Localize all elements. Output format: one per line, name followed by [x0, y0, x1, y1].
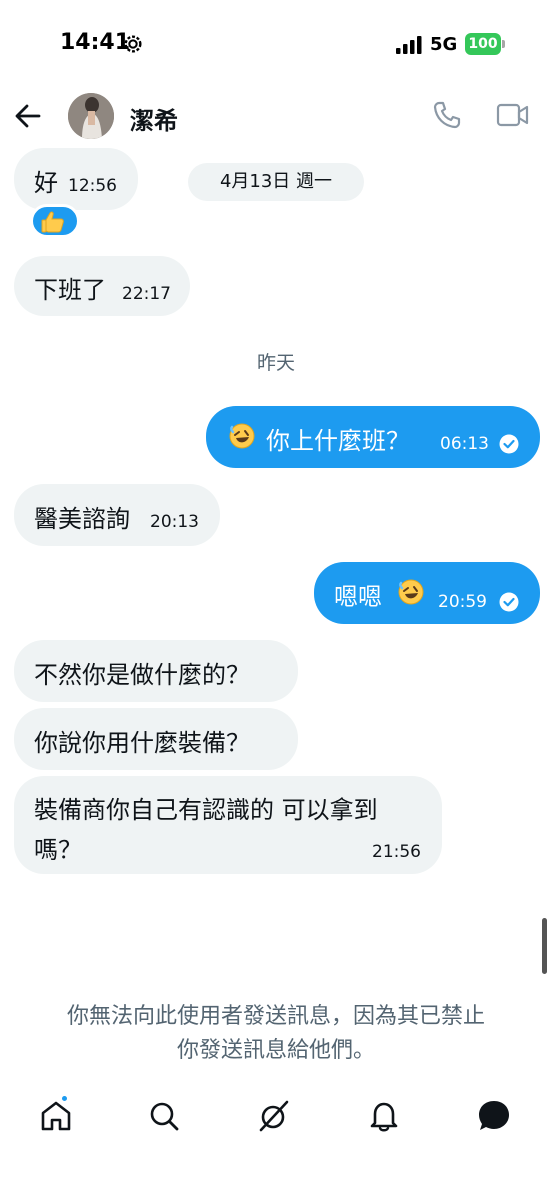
- message-text: 你上什麼班？: [266, 427, 410, 455]
- battery-level: 100: [465, 33, 501, 55]
- sent-check-icon: [499, 592, 519, 612]
- message-time: 20:13: [150, 512, 199, 532]
- day-separator: 昨天: [256, 352, 295, 374]
- contact-name[interactable]: 潔希: [130, 101, 178, 136]
- message-time: 20:59: [438, 592, 487, 612]
- rofl-emoji-icon: [229, 423, 255, 449]
- message-text: 嗯嗯: [334, 583, 382, 611]
- message-time: 21:56: [372, 842, 421, 862]
- status-time: 14:41: [60, 30, 131, 55]
- back-arrow-icon[interactable]: [12, 98, 44, 134]
- notifications-icon[interactable]: [366, 1098, 402, 1134]
- battery-icon: 100: [465, 33, 505, 55]
- message-bubble[interactable]: 裝備商你自己有認識的 可以拿到 嗎？ 21:56: [14, 776, 442, 874]
- home-icon[interactable]: [38, 1098, 74, 1134]
- message-bubble[interactable]: 嗯嗯 20:59: [314, 562, 540, 624]
- rofl-emoji-icon: [398, 579, 424, 605]
- message-bubble[interactable]: 下班了 22:17: [14, 256, 190, 316]
- message-text: 好: [34, 169, 58, 197]
- status-bar: 14:41 5G 100: [0, 0, 552, 90]
- message-text-line-2: 嗎？: [34, 836, 82, 864]
- message-bubble[interactable]: 不然你是做什麼的？: [14, 640, 298, 702]
- home-notification-dot: [60, 1094, 69, 1103]
- blocked-notice-line-2: 你發送訊息給他們。: [176, 1038, 375, 1063]
- message-time: 06:13: [440, 434, 489, 454]
- message-bubble[interactable]: 醫美諮詢 20:13: [14, 484, 220, 546]
- thumbs-up-icon: [41, 211, 64, 233]
- avatar-photo: [68, 93, 114, 139]
- network-type: 5G: [430, 34, 458, 55]
- blocked-notice-line-1: 你無法向此使用者發送訊息，因為其已禁止: [66, 1004, 485, 1029]
- video-icon[interactable]: [496, 101, 530, 129]
- messages-icon[interactable]: [476, 1098, 512, 1134]
- grok-icon[interactable]: [256, 1098, 292, 1134]
- avatar[interactable]: [68, 93, 114, 139]
- message-text-line-1: 裝備商你自己有認識的 可以拿到: [34, 796, 378, 824]
- message-bubble[interactable]: 你上什麼班？ 06:13: [206, 406, 540, 468]
- message-bubble[interactable]: 你說你用什麼裝備？: [14, 708, 298, 770]
- battery-tip: [502, 40, 505, 48]
- message-text: 你說你用什麼裝備？: [34, 729, 250, 757]
- message-text: 下班了: [34, 276, 106, 304]
- bottom-nav: [0, 1090, 552, 1150]
- reaction-badge[interactable]: [30, 204, 80, 238]
- date-separator: 4月13日 週一: [188, 163, 364, 201]
- scroll-indicator[interactable]: [542, 918, 547, 974]
- search-icon[interactable]: [146, 1098, 182, 1134]
- message-time: 22:17: [122, 284, 171, 304]
- gear-icon: [124, 35, 142, 53]
- message-bubble[interactable]: 好 12:56: [14, 148, 138, 210]
- sent-check-icon: [499, 434, 519, 454]
- message-text: 醫美諮詢: [34, 505, 130, 533]
- phone-icon[interactable]: [432, 100, 462, 130]
- message-time: 12:56: [68, 176, 117, 196]
- signal-icon: [396, 36, 422, 54]
- message-text: 不然你是做什麼的？: [34, 661, 250, 689]
- blocked-notice: 你無法向此使用者發送訊息，因為其已禁止 你發送訊息給他們。: [20, 1000, 532, 1068]
